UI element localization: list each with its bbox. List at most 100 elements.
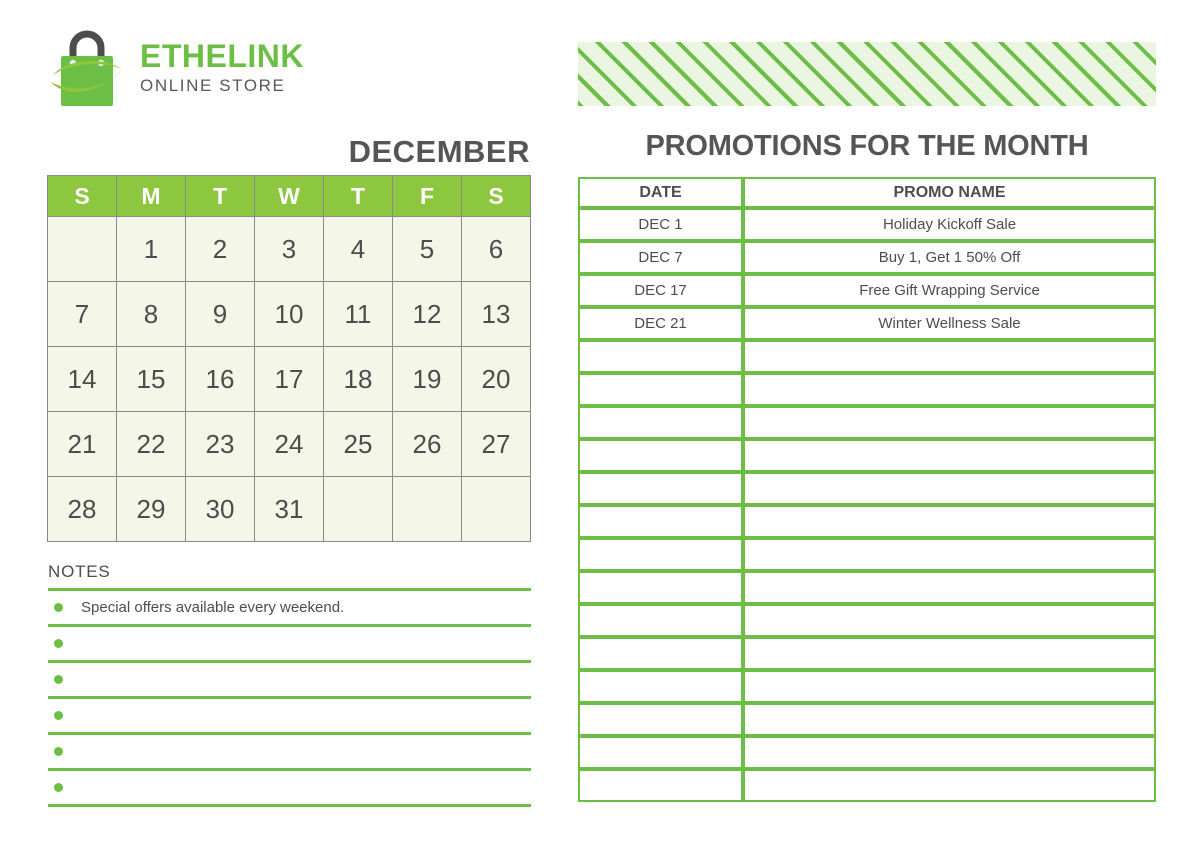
- calendar-day-18[interactable]: 18: [323, 346, 393, 412]
- calendar-day-31[interactable]: 31: [254, 476, 324, 542]
- promo-name-cell[interactable]: [743, 736, 1156, 769]
- promotions-column-header-date: DATE: [578, 177, 743, 208]
- calendar-day-19[interactable]: 19: [392, 346, 462, 412]
- calendar-day-14[interactable]: 14: [47, 346, 117, 412]
- table-row: [578, 505, 1156, 538]
- promo-date-cell[interactable]: [578, 703, 743, 736]
- promo-date-cell[interactable]: [578, 472, 743, 505]
- calendar-day-28[interactable]: 28: [47, 476, 117, 542]
- calendar-day-25[interactable]: 25: [323, 411, 393, 477]
- note-row[interactable]: Special offers available every weekend.: [48, 591, 531, 627]
- calendar-day-8[interactable]: 8: [116, 281, 186, 347]
- table-row: [578, 571, 1156, 604]
- calendar-day-2[interactable]: 2: [185, 216, 255, 282]
- promo-date-cell[interactable]: [578, 538, 743, 571]
- promotions-table: DATE PROMO NAME DEC 1 Holiday Kickoff Sale…: [578, 177, 1156, 802]
- table-row: [578, 472, 1156, 505]
- promo-name-cell[interactable]: [743, 769, 1156, 802]
- dot-bullet-icon: [54, 639, 63, 648]
- calendar-week-row: 14 15 16 17 18 19 20: [47, 346, 531, 412]
- calendar-day-16[interactable]: 16: [185, 346, 255, 412]
- promo-date-cell[interactable]: [578, 571, 743, 604]
- promo-name-cell[interactable]: [743, 604, 1156, 637]
- calendar-day-22[interactable]: 22: [116, 411, 186, 477]
- promo-date-cell[interactable]: [578, 340, 743, 373]
- calendar-weekday-header-row: SMTWTFS: [47, 175, 531, 217]
- promo-date-cell[interactable]: [578, 769, 743, 802]
- promo-date-cell[interactable]: [578, 373, 743, 406]
- calendar-day-12[interactable]: 12: [392, 281, 462, 347]
- promo-date-cell[interactable]: [578, 637, 743, 670]
- promo-name-cell[interactable]: [743, 505, 1156, 538]
- promo-date-cell[interactable]: [578, 736, 743, 769]
- promo-date-cell[interactable]: DEC 21: [578, 307, 743, 340]
- calendar-day-15[interactable]: 15: [116, 346, 186, 412]
- brand-logo: ETHELINK ONLINE STORE: [48, 26, 304, 110]
- calendar-day-empty[interactable]: [392, 476, 462, 542]
- promotions-body: DEC 1 Holiday Kickoff Sale DEC 7 Buy 1, Get…: [578, 208, 1156, 802]
- table-row: [578, 538, 1156, 571]
- calendar-day-27[interactable]: 27: [461, 411, 531, 477]
- promo-name-cell[interactable]: [743, 439, 1156, 472]
- calendar-day-23[interactable]: 23: [185, 411, 255, 477]
- promo-name-cell[interactable]: Free Gift Wrapping Service: [743, 274, 1156, 307]
- promo-name-cell[interactable]: [743, 538, 1156, 571]
- promo-name-cell[interactable]: [743, 670, 1156, 703]
- note-row[interactable]: [48, 735, 531, 771]
- promo-date-cell[interactable]: [578, 604, 743, 637]
- calendar-day-20[interactable]: 20: [461, 346, 531, 412]
- promo-date-cell[interactable]: [578, 505, 743, 538]
- calendar-day-7[interactable]: 7: [47, 281, 117, 347]
- calendar-day-13[interactable]: 13: [461, 281, 531, 347]
- promo-date-cell[interactable]: DEC 1: [578, 208, 743, 241]
- notes-section: NOTES Special offers available every wee…: [48, 562, 531, 807]
- promo-date-cell[interactable]: [578, 439, 743, 472]
- table-row: [578, 670, 1156, 703]
- dot-bullet-icon: [54, 675, 63, 684]
- promo-name-cell[interactable]: [743, 340, 1156, 373]
- calendar-day-9[interactable]: 9: [185, 281, 255, 347]
- calendar-day-empty[interactable]: [47, 216, 117, 282]
- note-row[interactable]: [48, 699, 531, 735]
- calendar-day-4[interactable]: 4: [323, 216, 393, 282]
- calendar-day-29[interactable]: 29: [116, 476, 186, 542]
- calendar-day-21[interactable]: 21: [47, 411, 117, 477]
- promo-name-cell[interactable]: [743, 637, 1156, 670]
- calendar-weekday-2: T: [185, 175, 255, 217]
- calendar-weekday-5: F: [392, 175, 462, 217]
- promo-date-cell[interactable]: DEC 17: [578, 274, 743, 307]
- calendar-day-6[interactable]: 6: [461, 216, 531, 282]
- promo-name-cell[interactable]: [743, 373, 1156, 406]
- promo-date-cell[interactable]: DEC 7: [578, 241, 743, 274]
- calendar-day-1[interactable]: 1: [116, 216, 186, 282]
- calendar-day-24[interactable]: 24: [254, 411, 324, 477]
- promo-date-cell[interactable]: [578, 670, 743, 703]
- promo-name-cell[interactable]: [743, 406, 1156, 439]
- table-row: [578, 406, 1156, 439]
- calendar-day-empty[interactable]: [461, 476, 531, 542]
- dot-bullet-icon: [54, 783, 63, 792]
- calendar-day-5[interactable]: 5: [392, 216, 462, 282]
- calendar-day-3[interactable]: 3: [254, 216, 324, 282]
- note-row[interactable]: [48, 627, 531, 663]
- dot-bullet-icon: [54, 603, 63, 612]
- table-row: [578, 736, 1156, 769]
- promo-name-cell[interactable]: [743, 472, 1156, 505]
- calendar-week-row: 28 29 30 31: [47, 476, 531, 542]
- calendar-day-10[interactable]: 10: [254, 281, 324, 347]
- table-row: [578, 439, 1156, 472]
- promo-name-cell[interactable]: Holiday Kickoff Sale: [743, 208, 1156, 241]
- promo-name-cell[interactable]: [743, 703, 1156, 736]
- calendar-day-11[interactable]: 11: [323, 281, 393, 347]
- calendar-day-empty[interactable]: [323, 476, 393, 542]
- calendar-day-26[interactable]: 26: [392, 411, 462, 477]
- promo-date-cell[interactable]: [578, 406, 743, 439]
- note-row[interactable]: [48, 663, 531, 699]
- calendar-week-row: 123456: [47, 216, 531, 282]
- note-row[interactable]: [48, 771, 531, 807]
- calendar-day-17[interactable]: 17: [254, 346, 324, 412]
- calendar-day-30[interactable]: 30: [185, 476, 255, 542]
- promo-name-cell[interactable]: Winter Wellness Sale: [743, 307, 1156, 340]
- promo-name-cell[interactable]: Buy 1, Get 1 50% Off: [743, 241, 1156, 274]
- promo-name-cell[interactable]: [743, 571, 1156, 604]
